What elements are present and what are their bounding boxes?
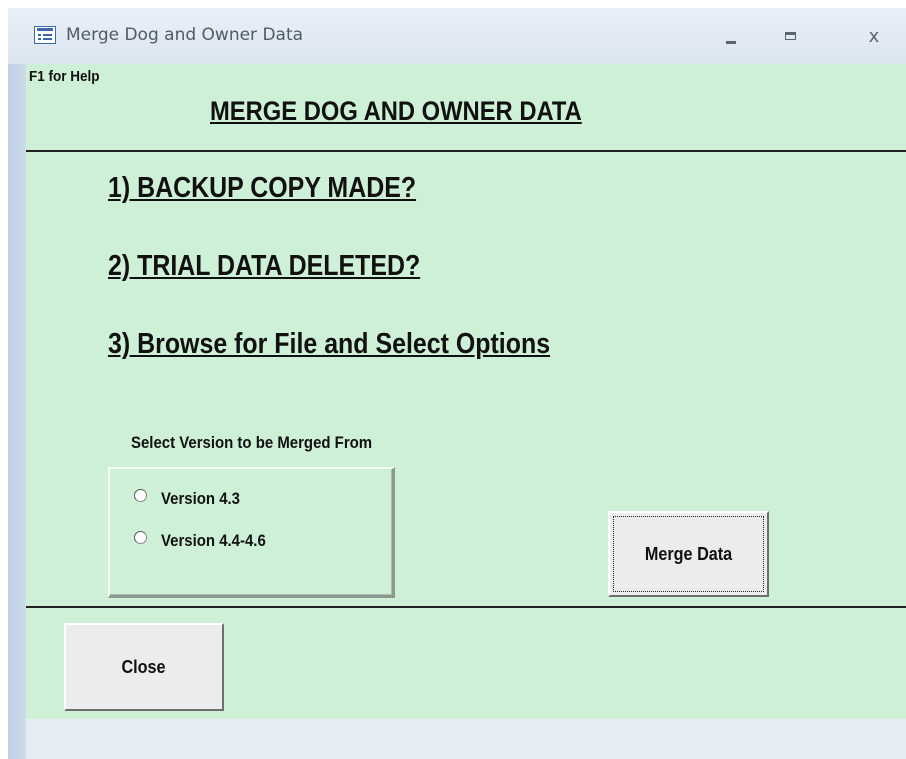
header-divider xyxy=(26,150,906,152)
maximize-button[interactable] xyxy=(773,22,807,50)
close-window-button[interactable]: x xyxy=(857,22,891,50)
close-button[interactable]: Close xyxy=(64,623,224,711)
form-icon xyxy=(34,26,56,44)
step-trial-data: 2) TRIAL DATA DELETED? xyxy=(108,250,421,282)
step-browse: 3) Browse for File and Select Options xyxy=(108,328,551,360)
radio-version-4-3[interactable]: Version 4.3 xyxy=(134,488,251,509)
version-group-label: Select Version to be Merged From xyxy=(131,433,373,452)
step-backup: 1) BACKUP COPY MADE? xyxy=(108,172,417,204)
merge-data-button[interactable]: Merge Data xyxy=(608,511,769,597)
footer-divider xyxy=(26,606,906,608)
version-option-group: Version 4.3 Version 4.4-4.6 xyxy=(108,467,395,598)
close-icon: x xyxy=(868,25,880,47)
minimize-icon xyxy=(726,40,736,44)
radio-button-icon[interactable] xyxy=(134,530,147,544)
help-hint: F1 for Help xyxy=(29,68,100,85)
merge-form: F1 for Help MERGE DOG AND OWNER DATA 1) … xyxy=(26,64,906,719)
maximize-icon xyxy=(784,32,796,40)
title-bar[interactable]: Merge Dog and Owner Data x xyxy=(8,8,906,64)
form-footer-strip xyxy=(26,719,906,759)
minimize-button[interactable] xyxy=(714,22,748,50)
radio-label: Version 4.4-4.6 xyxy=(161,531,266,550)
window-title: Merge Dog and Owner Data xyxy=(66,25,304,45)
radio-button-icon[interactable] xyxy=(134,488,147,502)
merge-data-label: Merge Data xyxy=(644,543,733,564)
radio-label: Version 4.3 xyxy=(161,489,241,508)
window-frame-left xyxy=(8,8,26,759)
radio-version-4-4-4-6[interactable]: Version 4.4-4.6 xyxy=(134,530,280,551)
close-label: Close xyxy=(121,656,167,677)
form-heading: MERGE DOG AND OWNER DATA xyxy=(210,96,582,126)
app-window: Merge Dog and Owner Data x F1 for Help M… xyxy=(8,8,906,759)
